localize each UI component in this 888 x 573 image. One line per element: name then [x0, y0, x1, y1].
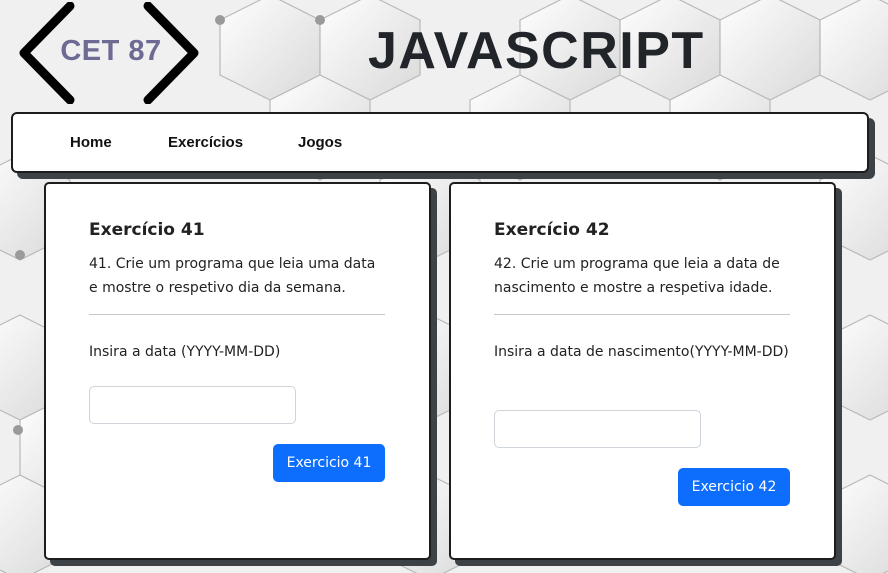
nav-link-exercicios[interactable]: Exercícios — [168, 134, 243, 151]
card-title: Exercício 41 — [89, 220, 205, 240]
nav-link-home[interactable]: Home — [70, 134, 112, 151]
card-divider — [494, 314, 790, 315]
nav-link-jogos[interactable]: Jogos — [298, 134, 342, 151]
logo-text: CET 87 — [60, 35, 162, 67]
card-description: 42. Crie um programa que leia a data de … — [494, 256, 780, 296]
exercise-card-42: Exercício 42 42. Crie um programa que le… — [449, 182, 836, 560]
date-input-label: Insira a data (YYYY-MM-DD) — [89, 344, 281, 360]
exercise-41-button[interactable]: Exercicio 41 — [273, 444, 385, 482]
exercise-card-41: Exercício 41 41. Crie um programa que le… — [44, 182, 431, 560]
birthdate-input[interactable] — [494, 410, 701, 448]
card-description: 41. Crie um programa que leia uma data e… — [89, 256, 376, 296]
exercise-42-button[interactable]: Exercicio 42 — [678, 468, 790, 506]
card-divider — [89, 314, 385, 315]
cet87-logo[interactable]: CET 87 — [18, 2, 202, 104]
navbar: Home Exercícios Jogos — [11, 112, 869, 173]
date-input[interactable] — [89, 386, 296, 424]
page-title: JAVASCRIPT — [368, 22, 705, 80]
card-title: Exercício 42 — [494, 220, 610, 240]
birthdate-input-label: Insira a data de nascimento(YYYY-MM-DD) — [494, 344, 789, 360]
